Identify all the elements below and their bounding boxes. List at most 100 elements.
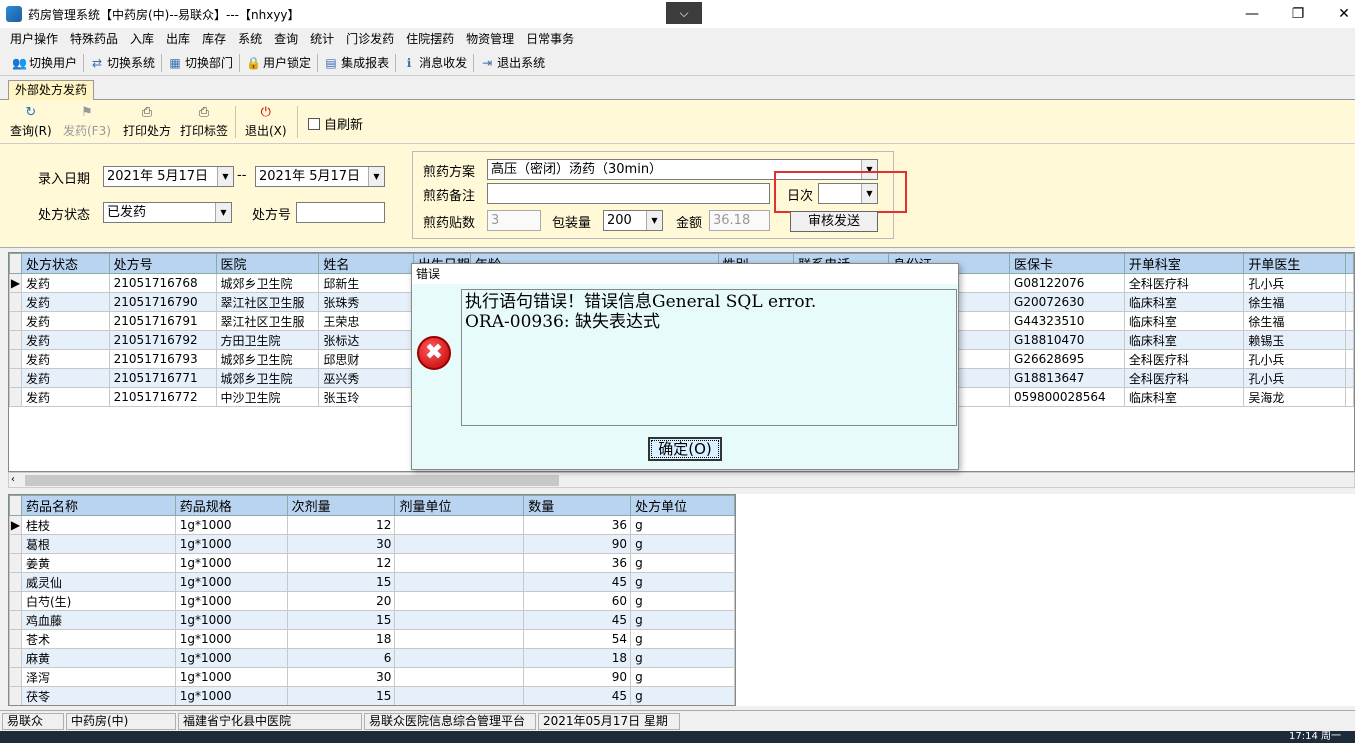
menu-item[interactable]: 查询 — [268, 28, 304, 50]
rx-status-select[interactable]: 已发药 ▼ — [103, 202, 232, 223]
table-row[interactable]: 白芍(生) 1g*1000 20 60 g — [9, 591, 735, 611]
exit-button[interactable]: ⏻ 退出(X) — [245, 106, 287, 139]
menu-item[interactable]: 日常事务 — [520, 28, 580, 50]
menu-item[interactable]: 特殊药品 — [64, 28, 124, 50]
separator — [235, 106, 236, 138]
toolbar-button[interactable]: ⇄ 切换系统 — [86, 54, 159, 71]
table-row[interactable]: 葛根 1g*1000 30 90 g — [9, 534, 735, 554]
table-cell: 白芍(生) — [20, 591, 176, 611]
status-pharmacy: 中药房(中) — [66, 713, 176, 730]
title-dropdown-button[interactable]: ⌵ — [666, 2, 702, 24]
row-indicator — [9, 311, 22, 331]
minimize-button[interactable]: — — [1229, 0, 1275, 28]
printer-icon: ⎙ — [141, 105, 153, 120]
date-from-picker[interactable]: 2021年 5月17日 ▼ — [103, 166, 234, 187]
table-cell: G18813647 — [1009, 368, 1125, 388]
menu-item[interactable]: 统计 — [304, 28, 340, 50]
package-select[interactable]: 200 ▼ — [603, 210, 663, 231]
review-send-button[interactable]: 审核发送 — [790, 211, 878, 232]
taskbar-clock: 17:14 周一 — [1289, 731, 1341, 742]
package-label: 包装量 — [552, 216, 592, 231]
column-header[interactable]: 数量 — [523, 495, 632, 516]
empty-area — [736, 494, 1355, 706]
decoct-note-input[interactable] — [487, 183, 770, 204]
row-indicator — [9, 572, 22, 592]
table-cell: 吴海龙 — [1243, 387, 1346, 407]
menu-item[interactable]: 出库 — [160, 28, 196, 50]
column-header[interactable]: 次剂量 — [286, 495, 396, 516]
scrollbar-thumb[interactable] — [25, 475, 559, 486]
column-header[interactable]: 处方号 — [108, 253, 217, 274]
column-header[interactable]: 处方单位 — [630, 495, 735, 516]
table-cell: 36 — [523, 553, 632, 573]
date-to-picker[interactable]: 2021年 5月17日 ▼ — [255, 166, 385, 187]
table-row[interactable]: ▶ 桂枝 1g*1000 12 36 g — [9, 515, 735, 535]
menu-item[interactable]: 门诊发药 — [340, 28, 400, 50]
table-cell — [394, 534, 525, 554]
table-row[interactable]: 威灵仙 1g*1000 15 45 g — [9, 572, 735, 592]
column-header[interactable]: 医保卡 — [1009, 253, 1125, 274]
column-header[interactable]: 药品名称 — [20, 495, 176, 516]
toolbar-button[interactable]: 👥 切换用户 — [8, 54, 81, 71]
column-header[interactable]: 医院 — [215, 253, 320, 274]
menu-item[interactable]: 系统 — [232, 28, 268, 50]
tab-strip: 外部处方发药 — [0, 76, 1355, 100]
table-cell: g — [630, 629, 735, 649]
toolbar-button[interactable]: ⇥ 退出系统 — [476, 54, 549, 71]
table-cell: 45 — [523, 610, 632, 630]
table-row[interactable]: 茯苓 1g*1000 15 45 g — [9, 686, 735, 705]
menu-item[interactable]: 入库 — [124, 28, 160, 50]
column-header[interactable]: 姓名 — [318, 253, 414, 274]
menu-item[interactable]: 用户操作 — [4, 28, 64, 50]
table-row[interactable]: 麻黄 1g*1000 6 18 g — [9, 648, 735, 668]
table-row[interactable]: 苍术 1g*1000 18 54 g — [9, 629, 735, 649]
column-header[interactable]: 剂量单位 — [394, 495, 525, 516]
toolbar-button[interactable]: 🔒 用户锁定 — [242, 54, 315, 71]
table-cell: 1g*1000 — [174, 572, 288, 592]
toolbar-button[interactable]: ▦ 切换部门 — [164, 54, 237, 71]
rx-no-input[interactable] — [296, 202, 385, 223]
error-dialog: 错误 ✖ 执行语句错误！错误信息General SQL error. ORA-0… — [411, 263, 959, 470]
table-cell: 全科医疗科 — [1123, 273, 1245, 293]
column-header[interactable]: 处方状态 — [20, 253, 110, 274]
horizontal-scrollbar[interactable]: ‹ — [8, 472, 1355, 488]
column-header[interactable]: 药品规格 — [174, 495, 288, 516]
table-cell: 威灵仙 — [20, 572, 176, 592]
table-row[interactable]: 泽泻 1g*1000 30 90 g — [9, 667, 735, 687]
row-indicator — [9, 330, 22, 350]
tab-external-rx-dispense[interactable]: 外部处方发药 — [8, 80, 95, 100]
query-button[interactable]: ↻ 查询(R) — [10, 106, 52, 139]
table-cell — [394, 610, 525, 630]
status-company: 易联众 — [2, 713, 64, 730]
dispense-button[interactable]: ⚑ 发药(F3) — [63, 106, 111, 139]
table-cell: G44323510 — [1009, 311, 1125, 331]
row-indicator — [9, 667, 22, 687]
date-to-value: 2021年 5月17日 — [259, 169, 361, 184]
table-cell: 葛根 — [20, 534, 176, 554]
toolbar-button[interactable]: ℹ 消息收发 — [398, 54, 471, 71]
amount-label: 金额 — [676, 216, 703, 231]
toolbar-button-label: 集成报表 — [341, 56, 390, 70]
toolbar-button[interactable]: ▤ 集成报表 — [320, 54, 393, 71]
menu-item[interactable]: 库存 — [196, 28, 232, 50]
close-button[interactable]: ✕ — [1321, 0, 1355, 28]
menu-item[interactable]: 物资管理 — [460, 28, 520, 50]
maximize-button[interactable]: ❐ — [1275, 0, 1321, 28]
table-cell: 1g*1000 — [174, 648, 288, 668]
table-cell — [394, 667, 525, 687]
column-header[interactable]: 开单医生 — [1243, 253, 1346, 274]
table-cell: 巫兴秀 — [318, 368, 414, 388]
table-row[interactable]: 鸡血藤 1g*1000 15 45 g — [9, 610, 735, 630]
decoct-doses-input[interactable]: 3 — [487, 210, 541, 231]
chevron-left-icon[interactable]: ‹ — [11, 473, 15, 487]
table-cell: 1g*1000 — [174, 629, 288, 649]
column-header[interactable]: 开单科室 — [1123, 253, 1245, 274]
print-label-button[interactable]: ⎙ 打印标签 — [180, 106, 228, 139]
exit-label: 退出(X) — [245, 124, 287, 138]
print-rx-button[interactable]: ⎙ 打印处方 — [123, 106, 171, 139]
separator — [317, 53, 319, 72]
table-row[interactable]: 姜黄 1g*1000 12 36 g — [9, 553, 735, 573]
auto-refresh-checkbox[interactable]: 自刷新 — [308, 114, 363, 133]
ok-button[interactable]: 确定(O) — [648, 437, 722, 461]
menu-item[interactable]: 住院摆药 — [400, 28, 460, 50]
